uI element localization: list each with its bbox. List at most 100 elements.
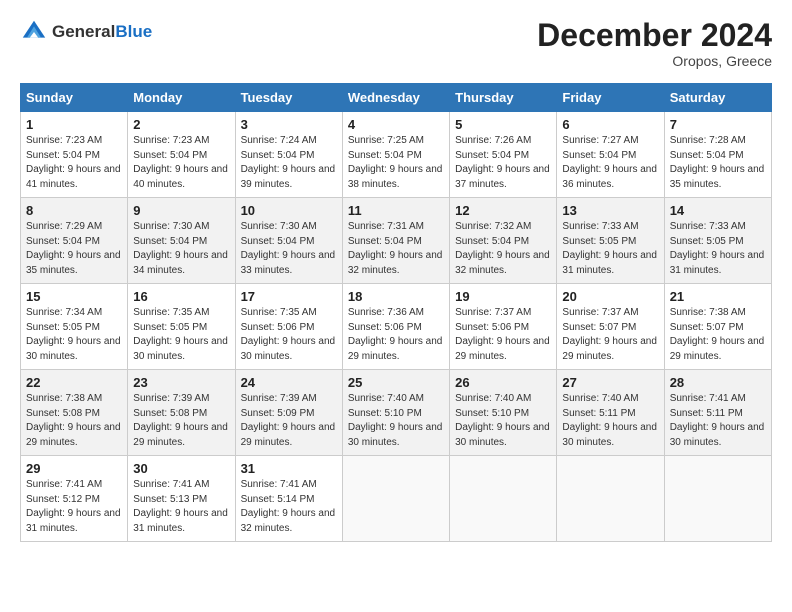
day-info: Sunrise: 7:33 AMSunset: 5:05 PMDaylight:…	[670, 221, 765, 276]
day-number: 16	[133, 289, 229, 304]
calendar-day-cell: 18 Sunrise: 7:36 AMSunset: 5:06 PMDayligh…	[342, 284, 449, 370]
day-number: 27	[562, 375, 658, 390]
day-info: Sunrise: 7:31 AMSunset: 5:04 PMDaylight:…	[348, 221, 443, 276]
calendar-day-cell: 28 Sunrise: 7:41 AMSunset: 5:11 PMDayligh…	[664, 370, 771, 456]
day-number: 19	[455, 289, 551, 304]
day-number: 13	[562, 203, 658, 218]
calendar-day-cell: 15 Sunrise: 7:34 AMSunset: 5:05 PMDayligh…	[21, 284, 128, 370]
day-info: Sunrise: 7:41 AMSunset: 5:14 PMDaylight:…	[241, 479, 336, 534]
day-info: Sunrise: 7:41 AMSunset: 5:12 PMDaylight:…	[26, 479, 121, 534]
day-info: Sunrise: 7:24 AMSunset: 5:04 PMDaylight:…	[241, 135, 336, 190]
day-info: Sunrise: 7:30 AMSunset: 5:04 PMDaylight:…	[133, 221, 228, 276]
calendar-day-cell: 17 Sunrise: 7:35 AMSunset: 5:06 PMDayligh…	[235, 284, 342, 370]
day-number: 9	[133, 203, 229, 218]
day-number: 22	[26, 375, 122, 390]
day-number: 10	[241, 203, 337, 218]
calendar-day-cell: 10 Sunrise: 7:30 AMSunset: 5:04 PMDayligh…	[235, 198, 342, 284]
page-subtitle: Oropos, Greece	[537, 53, 772, 69]
day-info: Sunrise: 7:36 AMSunset: 5:06 PMDaylight:…	[348, 307, 443, 362]
day-number: 3	[241, 117, 337, 132]
calendar-day-cell	[664, 456, 771, 542]
calendar-day-cell	[450, 456, 557, 542]
day-number: 24	[241, 375, 337, 390]
day-of-week-header: Friday	[557, 84, 664, 112]
calendar-day-cell: 26 Sunrise: 7:40 AMSunset: 5:10 PMDayligh…	[450, 370, 557, 456]
day-info: Sunrise: 7:34 AMSunset: 5:05 PMDaylight:…	[26, 307, 121, 362]
day-info: Sunrise: 7:41 AMSunset: 5:11 PMDaylight:…	[670, 393, 765, 448]
day-of-week-header: Thursday	[450, 84, 557, 112]
day-info: Sunrise: 7:25 AMSunset: 5:04 PMDaylight:…	[348, 135, 443, 190]
day-number: 30	[133, 461, 229, 476]
calendar-table: SundayMondayTuesdayWednesdayThursdayFrid…	[20, 83, 772, 542]
day-number: 18	[348, 289, 444, 304]
calendar-day-cell: 12 Sunrise: 7:32 AMSunset: 5:04 PMDayligh…	[450, 198, 557, 284]
day-info: Sunrise: 7:40 AMSunset: 5:10 PMDaylight:…	[348, 393, 443, 448]
day-info: Sunrise: 7:37 AMSunset: 5:07 PMDaylight:…	[562, 307, 657, 362]
day-info: Sunrise: 7:39 AMSunset: 5:09 PMDaylight:…	[241, 393, 336, 448]
day-number: 14	[670, 203, 766, 218]
day-number: 25	[348, 375, 444, 390]
day-info: Sunrise: 7:26 AMSunset: 5:04 PMDaylight:…	[455, 135, 550, 190]
calendar-day-cell: 19 Sunrise: 7:37 AMSunset: 5:06 PMDayligh…	[450, 284, 557, 370]
day-number: 11	[348, 203, 444, 218]
day-of-week-header: Saturday	[664, 84, 771, 112]
day-number: 5	[455, 117, 551, 132]
day-number: 1	[26, 117, 122, 132]
header: GeneralBlue December 2024 Oropos, Greece	[20, 18, 772, 69]
day-number: 17	[241, 289, 337, 304]
day-number: 6	[562, 117, 658, 132]
day-number: 23	[133, 375, 229, 390]
calendar-day-cell: 27 Sunrise: 7:40 AMSunset: 5:11 PMDayligh…	[557, 370, 664, 456]
calendar-day-cell: 8 Sunrise: 7:29 AMSunset: 5:04 PMDaylight…	[21, 198, 128, 284]
day-info: Sunrise: 7:32 AMSunset: 5:04 PMDaylight:…	[455, 221, 550, 276]
calendar-day-cell: 25 Sunrise: 7:40 AMSunset: 5:10 PMDayligh…	[342, 370, 449, 456]
calendar-day-cell: 4 Sunrise: 7:25 AMSunset: 5:04 PMDaylight…	[342, 112, 449, 198]
calendar-day-cell: 11 Sunrise: 7:31 AMSunset: 5:04 PMDayligh…	[342, 198, 449, 284]
logo-icon	[20, 18, 48, 46]
calendar-day-cell: 16Sunrise: 7:35 AMSunset: 5:05 PMDayligh…	[128, 284, 235, 370]
day-number: 4	[348, 117, 444, 132]
day-info: Sunrise: 7:33 AMSunset: 5:05 PMDaylight:…	[562, 221, 657, 276]
logo-blue: Blue	[115, 22, 152, 41]
calendar-day-cell	[557, 456, 664, 542]
calendar-day-cell: 1 Sunrise: 7:23 AMSunset: 5:04 PMDaylight…	[21, 112, 128, 198]
day-number: 20	[562, 289, 658, 304]
day-number: 26	[455, 375, 551, 390]
day-of-week-header: Monday	[128, 84, 235, 112]
calendar-day-cell: 31Sunrise: 7:41 AMSunset: 5:14 PMDayligh…	[235, 456, 342, 542]
calendar-day-cell: 21Sunrise: 7:38 AMSunset: 5:07 PMDayligh…	[664, 284, 771, 370]
title-block: December 2024 Oropos, Greece	[537, 18, 772, 69]
day-info: Sunrise: 7:38 AMSunset: 5:08 PMDaylight:…	[26, 393, 121, 448]
day-of-week-header: Sunday	[21, 84, 128, 112]
day-info: Sunrise: 7:35 AMSunset: 5:06 PMDaylight:…	[241, 307, 336, 362]
logo-general: General	[52, 22, 115, 41]
logo: GeneralBlue	[20, 18, 152, 46]
day-info: Sunrise: 7:40 AMSunset: 5:11 PMDaylight:…	[562, 393, 657, 448]
calendar-week-row: 8 Sunrise: 7:29 AMSunset: 5:04 PMDaylight…	[21, 198, 772, 284]
day-number: 7	[670, 117, 766, 132]
day-number: 28	[670, 375, 766, 390]
day-info: Sunrise: 7:37 AMSunset: 5:06 PMDaylight:…	[455, 307, 550, 362]
day-info: Sunrise: 7:23 AMSunset: 5:04 PMDaylight:…	[133, 135, 228, 190]
day-info: Sunrise: 7:39 AMSunset: 5:08 PMDaylight:…	[133, 393, 228, 448]
calendar-day-cell: 24 Sunrise: 7:39 AMSunset: 5:09 PMDayligh…	[235, 370, 342, 456]
day-info: Sunrise: 7:27 AMSunset: 5:04 PMDaylight:…	[562, 135, 657, 190]
day-info: Sunrise: 7:28 AMSunset: 5:04 PMDaylight:…	[670, 135, 765, 190]
day-number: 15	[26, 289, 122, 304]
calendar-week-row: 15 Sunrise: 7:34 AMSunset: 5:05 PMDayligh…	[21, 284, 772, 370]
calendar-day-cell: 6 Sunrise: 7:27 AMSunset: 5:04 PMDaylight…	[557, 112, 664, 198]
calendar-week-row: 22 Sunrise: 7:38 AMSunset: 5:08 PMDayligh…	[21, 370, 772, 456]
day-of-week-header: Wednesday	[342, 84, 449, 112]
day-number: 21	[670, 289, 766, 304]
day-info: Sunrise: 7:23 AMSunset: 5:04 PMDaylight:…	[26, 135, 121, 190]
calendar-day-cell: 2Sunrise: 7:23 AMSunset: 5:04 PMDaylight…	[128, 112, 235, 198]
day-number: 12	[455, 203, 551, 218]
day-info: Sunrise: 7:40 AMSunset: 5:10 PMDaylight:…	[455, 393, 550, 448]
day-info: Sunrise: 7:29 AMSunset: 5:04 PMDaylight:…	[26, 221, 121, 276]
day-number: 8	[26, 203, 122, 218]
calendar-day-cell: 14 Sunrise: 7:33 AMSunset: 5:05 PMDayligh…	[664, 198, 771, 284]
day-info: Sunrise: 7:30 AMSunset: 5:04 PMDaylight:…	[241, 221, 336, 276]
calendar-day-cell: 3 Sunrise: 7:24 AMSunset: 5:04 PMDaylight…	[235, 112, 342, 198]
calendar-day-cell: 13 Sunrise: 7:33 AMSunset: 5:05 PMDayligh…	[557, 198, 664, 284]
calendar-day-cell: 30Sunrise: 7:41 AMSunset: 5:13 PMDayligh…	[128, 456, 235, 542]
